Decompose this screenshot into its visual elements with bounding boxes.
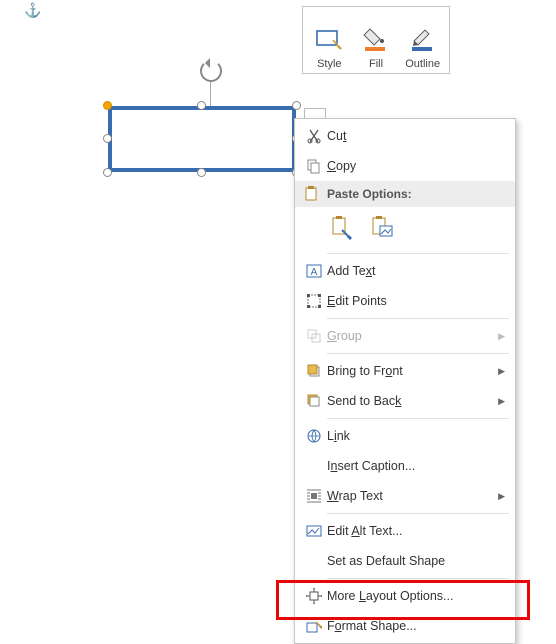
menu-insert-caption[interactable]: Insert Caption... bbox=[295, 451, 515, 481]
paste-options-header: Paste Options: bbox=[295, 181, 515, 207]
edit-points-icon bbox=[301, 293, 327, 309]
format-shape-icon bbox=[301, 618, 327, 634]
menu-link[interactable]: Link bbox=[295, 421, 515, 451]
fill-label: Fill bbox=[369, 58, 383, 70]
paste-options-label: Paste Options: bbox=[327, 187, 412, 201]
menu-bring-to-front-label: Bring to Front bbox=[327, 364, 498, 378]
submenu-arrow-icon: ▶ bbox=[498, 396, 505, 407]
style-button[interactable]: Style bbox=[309, 11, 350, 70]
handle-top-right[interactable] bbox=[292, 101, 301, 110]
menu-insert-caption-label: Insert Caption... bbox=[327, 459, 505, 473]
handle-bottom-left[interactable] bbox=[103, 168, 112, 177]
more-layout-icon bbox=[301, 588, 327, 604]
menu-more-layout-options[interactable]: More Layout Options... bbox=[295, 581, 515, 611]
add-text-icon: A bbox=[301, 263, 327, 279]
menu-wrap-text-label: Wrap Text bbox=[327, 489, 498, 503]
paste-option-keep-formatting[interactable] bbox=[327, 213, 357, 243]
alt-text-icon bbox=[301, 523, 327, 539]
submenu-arrow-icon: ▶ bbox=[498, 366, 505, 377]
rotate-stem bbox=[210, 82, 211, 106]
menu-add-text-label: Add Text bbox=[327, 264, 505, 278]
group-icon bbox=[301, 328, 327, 344]
menu-edit-alt-text[interactable]: Edit Alt Text... bbox=[295, 516, 515, 546]
rectangle-shape[interactable] bbox=[108, 106, 296, 172]
separator bbox=[327, 513, 509, 514]
submenu-arrow-icon: ▶ bbox=[498, 331, 505, 342]
send-to-back-icon bbox=[301, 393, 327, 409]
separator bbox=[327, 418, 509, 419]
separator bbox=[327, 353, 509, 354]
paste-option-picture[interactable] bbox=[367, 213, 397, 243]
separator bbox=[327, 253, 509, 254]
menu-send-to-back[interactable]: Send to Back ▶ bbox=[295, 386, 515, 416]
selected-shape[interactable] bbox=[108, 106, 296, 172]
submenu-arrow-icon: ▶ bbox=[498, 491, 505, 502]
menu-set-default-label: Set as Default Shape bbox=[327, 554, 505, 568]
mini-toolbar: Style Fill Outline bbox=[302, 6, 450, 74]
menu-set-default-shape[interactable]: Set as Default Shape bbox=[295, 546, 515, 576]
handle-bottom-middle[interactable] bbox=[197, 168, 206, 177]
menu-more-layout-label: More Layout Options... bbox=[327, 589, 505, 603]
menu-wrap-text[interactable]: Wrap Text ▶ bbox=[295, 481, 515, 511]
paste-options-row bbox=[295, 207, 515, 251]
menu-format-shape-label: Format Shape... bbox=[327, 619, 505, 633]
separator bbox=[327, 578, 509, 579]
menu-cut[interactable]: Cut bbox=[295, 121, 515, 151]
outline-icon bbox=[408, 24, 438, 54]
menu-edit-alt-text-label: Edit Alt Text... bbox=[327, 524, 505, 538]
anchor-icon: ⚓ bbox=[24, 2, 41, 19]
cut-icon bbox=[301, 128, 327, 144]
menu-send-to-back-label: Send to Back bbox=[327, 394, 498, 408]
menu-copy[interactable]: Copy bbox=[295, 151, 515, 181]
rotate-handle-icon[interactable] bbox=[200, 60, 222, 82]
menu-edit-points-label: Edit Points bbox=[327, 294, 505, 308]
outline-button[interactable]: Outline bbox=[402, 11, 443, 70]
handle-middle-left[interactable] bbox=[103, 134, 112, 143]
handle-top-left[interactable] bbox=[103, 101, 112, 110]
wrap-text-icon bbox=[301, 488, 327, 504]
fill-icon bbox=[361, 24, 391, 54]
outline-label: Outline bbox=[405, 58, 440, 70]
menu-add-text[interactable]: A Add Text bbox=[295, 256, 515, 286]
menu-link-label: Link bbox=[327, 429, 505, 443]
menu-cut-label: Cut bbox=[327, 129, 505, 143]
bring-to-front-icon bbox=[301, 363, 327, 379]
menu-group: Group ▶ bbox=[295, 321, 515, 351]
menu-format-shape[interactable]: Format Shape... bbox=[295, 611, 515, 641]
copy-icon bbox=[301, 158, 327, 174]
link-icon bbox=[301, 428, 327, 444]
menu-group-label: Group bbox=[327, 329, 498, 343]
separator bbox=[327, 318, 509, 319]
style-icon bbox=[314, 24, 344, 54]
handle-top-middle[interactable] bbox=[197, 101, 206, 110]
menu-bring-to-front[interactable]: Bring to Front ▶ bbox=[295, 356, 515, 386]
svg-text:A: A bbox=[311, 267, 318, 278]
menu-edit-points[interactable]: Edit Points bbox=[295, 286, 515, 316]
context-menu: Cut Copy Paste Options: A Add Text Edit … bbox=[294, 118, 516, 644]
fill-button[interactable]: Fill bbox=[356, 11, 397, 70]
style-label: Style bbox=[317, 58, 341, 70]
menu-copy-label: Copy bbox=[327, 159, 505, 173]
